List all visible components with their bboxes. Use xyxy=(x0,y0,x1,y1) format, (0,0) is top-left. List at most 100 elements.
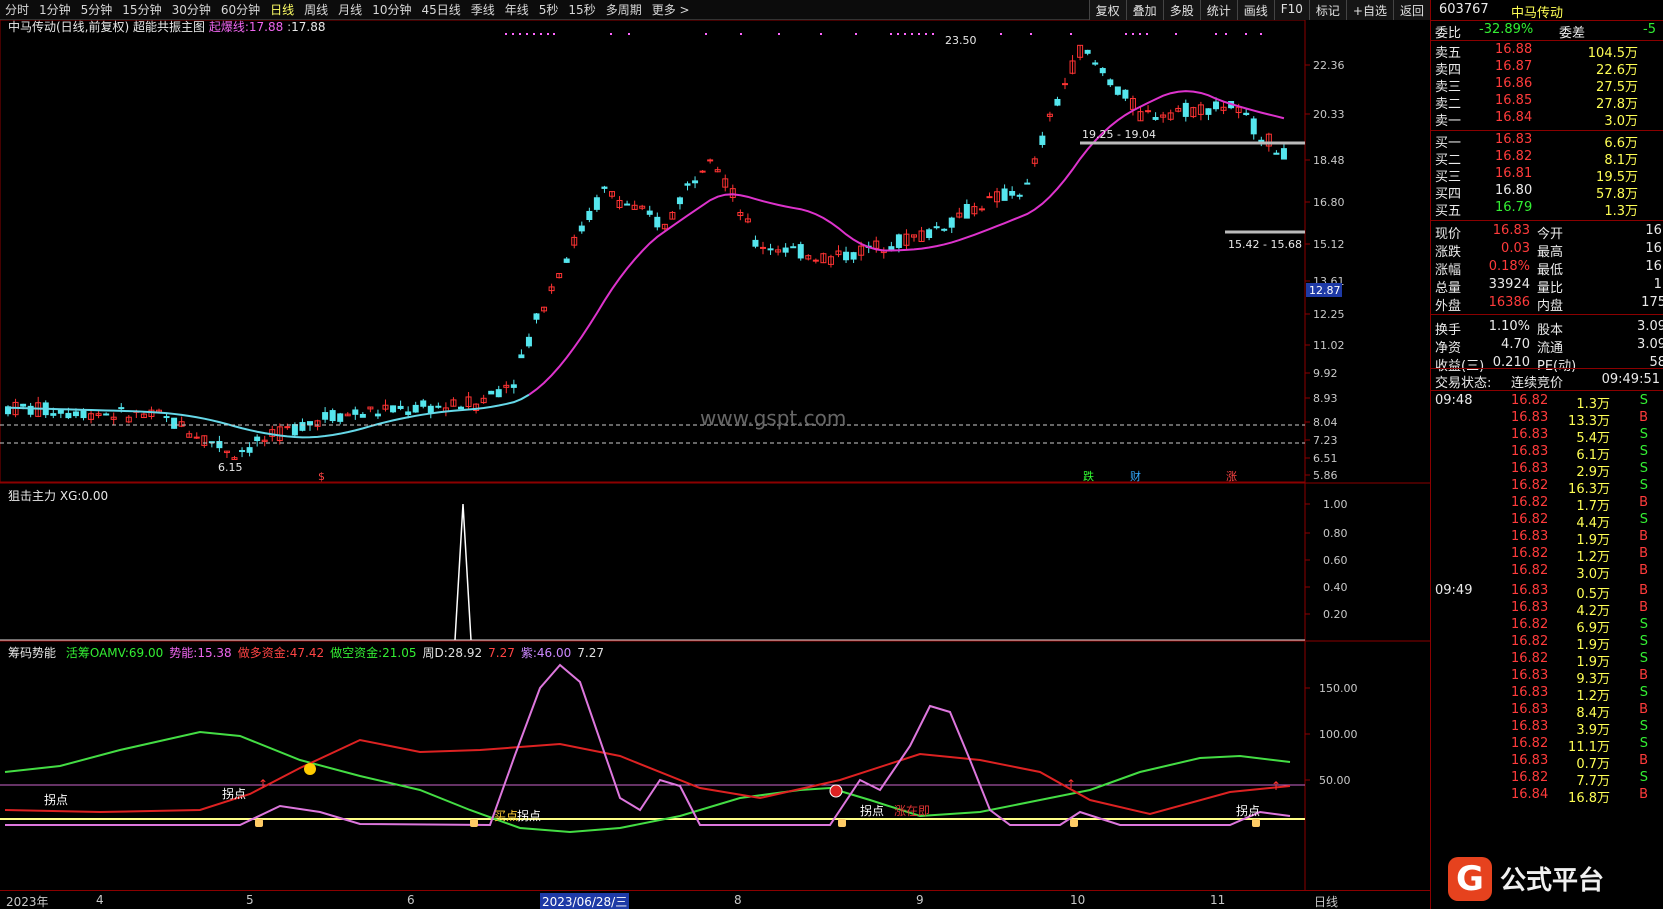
candle-body xyxy=(525,336,532,347)
tick-vol-10: 3.0万 xyxy=(1576,567,1610,582)
tick-price-10: 16.82 xyxy=(1511,563,1549,578)
bid-row-3: 买四 16.80 57.8万 xyxy=(1431,183,1663,202)
period-tab-1[interactable]: 1分钟 xyxy=(34,1,76,18)
period-tab-6[interactable]: 日线 xyxy=(265,1,299,18)
event-marker-0[interactable]: $ xyxy=(318,470,325,483)
bottom-item-value-0: 69.00 xyxy=(128,646,164,660)
period-tab-11[interactable]: 季线 xyxy=(466,1,500,18)
period-tab-13[interactable]: 5秒 xyxy=(534,1,564,18)
x-label-8: 11 xyxy=(1210,893,1226,907)
period-tab-16[interactable]: 更多 > xyxy=(647,1,695,18)
tick-side-21: B xyxy=(1639,753,1648,768)
chart-area[interactable]: 22.36 20.33 18.48 16.80 15.12 13.61 12.25 11.02… xyxy=(0,20,1430,890)
candle-body xyxy=(397,405,404,409)
period-tab-4[interactable]: 30分钟 xyxy=(167,1,216,18)
tick-side-20: S xyxy=(1639,736,1648,751)
period-tab-12[interactable]: 年线 xyxy=(500,1,534,18)
period-tab-0[interactable]: 分时 xyxy=(0,1,34,18)
turn-point-label-3: 拐点 xyxy=(517,808,541,823)
stat-label2-6: 流通 xyxy=(1537,341,1564,356)
stat-label2-0: 今开 xyxy=(1537,227,1564,242)
stat-value-1: 0.03 xyxy=(1501,241,1530,256)
stock-code: 603767 xyxy=(1439,2,1489,17)
candle-body xyxy=(963,204,970,219)
kline-chart[interactable]: 22.3620.3318.4816.8015.1213.6112.2511.02… xyxy=(0,20,1430,890)
bottom-y-tick: 50.00 xyxy=(1319,774,1351,787)
tick-price-15: 16.82 xyxy=(1511,651,1549,666)
candle-body xyxy=(978,208,985,211)
stat-value2-0: 16. xyxy=(1645,223,1663,238)
candle-body xyxy=(1016,194,1023,197)
tool-button-8[interactable]: 返回 xyxy=(1392,0,1430,20)
tick-time-0: 09:48 xyxy=(1435,393,1473,408)
candle-body xyxy=(707,159,714,162)
bottom-item-value-4: 28.92 xyxy=(447,646,483,660)
bid-price-3: 16.80 xyxy=(1495,183,1533,198)
tool-button-7[interactable]: +自选 xyxy=(1345,0,1393,20)
candle-body xyxy=(1009,191,1016,196)
up-arrow-icon: ↑ xyxy=(1271,779,1281,793)
event-marker-2[interactable]: 财 xyxy=(1130,469,1141,483)
bottom-item-4: 周D:28.92 xyxy=(423,646,483,660)
tool-button-5[interactable]: F10 xyxy=(1273,0,1309,20)
xg-label: XG: xyxy=(59,489,82,503)
candle-body xyxy=(646,210,653,215)
event-marker-1[interactable]: 跌 xyxy=(1083,469,1094,483)
tick-side-22: S xyxy=(1639,770,1648,785)
tick-price-3: 16.83 xyxy=(1511,444,1549,459)
period-tab-2[interactable]: 5分钟 xyxy=(76,1,118,18)
tick-row-4: 16.83 2.9万 S xyxy=(1431,461,1663,480)
tick-price-18: 16.83 xyxy=(1511,702,1549,717)
candle-body xyxy=(57,409,64,414)
x-label-7: 10 xyxy=(1070,893,1086,907)
tool-button-3[interactable]: 统计 xyxy=(1199,0,1237,20)
candle-body xyxy=(767,248,774,251)
tick-row-6: 16.82 1.7万 B xyxy=(1431,495,1663,514)
candle-body xyxy=(20,403,27,407)
line-value-1: 17.88 xyxy=(248,20,284,34)
period-tab-3[interactable]: 15分钟 xyxy=(117,1,166,18)
candle-body xyxy=(1099,68,1106,74)
range-label-1: 19.25 - 19.04 xyxy=(1082,128,1156,141)
candle-body xyxy=(624,203,631,206)
y-tick: 8.04 xyxy=(1313,416,1338,429)
main-panel-title: 中马传动(日线,前复权) 超能共振主图 起爆线:17.88 :17.88 xyxy=(8,20,326,34)
candle-body xyxy=(284,426,291,429)
bottom-item-label-1: 势能: xyxy=(169,646,198,660)
bid-price-2: 16.81 xyxy=(1495,166,1533,181)
up-arrow-icon: ↑ xyxy=(1066,777,1076,791)
period-tab-14[interactable]: 15秒 xyxy=(563,1,600,18)
period-tab-9[interactable]: 10分钟 xyxy=(367,1,416,18)
tick-row-14: 16.82 1.9万 S xyxy=(1431,634,1663,653)
event-marker-3[interactable]: 涨 xyxy=(1226,470,1237,483)
period-tab-15[interactable]: 多周期 xyxy=(601,1,647,18)
candle-body xyxy=(291,424,298,436)
candle-body xyxy=(760,246,766,249)
period-tab-7[interactable]: 周线 xyxy=(299,1,333,18)
status-row: 交易状态: 连续竞价 09:49:51 xyxy=(1431,372,1663,391)
tool-button-0[interactable]: 复权 xyxy=(1088,0,1126,20)
stat-label-5: 换手 xyxy=(1435,323,1462,338)
bottom-item-6: 紫:46.00 xyxy=(521,646,571,660)
tick-row-12: 16.83 4.2万 B xyxy=(1431,600,1663,619)
tick-row-16: 16.83 9.3万 B xyxy=(1431,668,1663,687)
x-axis: 2023年 4 5 6 2023/06/28/三 8 9 10 11 日线 xyxy=(0,890,1430,909)
ask-label-4: 卖一 xyxy=(1435,114,1462,129)
candle-body xyxy=(1122,89,1129,99)
candle-body xyxy=(1092,62,1099,65)
period-tab-5[interactable]: 60分钟 xyxy=(216,1,265,18)
period-tab-10[interactable]: 45日线 xyxy=(416,1,465,18)
tick-row-1: 16.83 13.3万 B xyxy=(1431,410,1663,429)
right-toolbar: 复权 叠加 多股 统计 画线 F10 标记 +自选 返回 xyxy=(1088,0,1430,20)
period-tab-8[interactable]: 月线 xyxy=(333,1,367,18)
tick-row-5: 16.82 16.3万 S xyxy=(1431,478,1663,497)
smiley-icon xyxy=(304,763,316,775)
tool-button-6[interactable]: 标记 xyxy=(1308,0,1346,20)
tool-button-1[interactable]: 叠加 xyxy=(1125,0,1163,20)
tool-button-2[interactable]: 多股 xyxy=(1162,0,1200,20)
candle-body xyxy=(533,313,540,320)
weicha-value: -5 xyxy=(1643,22,1656,37)
tool-button-4[interactable]: 画线 xyxy=(1236,0,1274,20)
bid-vol-4: 1.3万 xyxy=(1604,204,1638,219)
candles xyxy=(5,44,1287,461)
